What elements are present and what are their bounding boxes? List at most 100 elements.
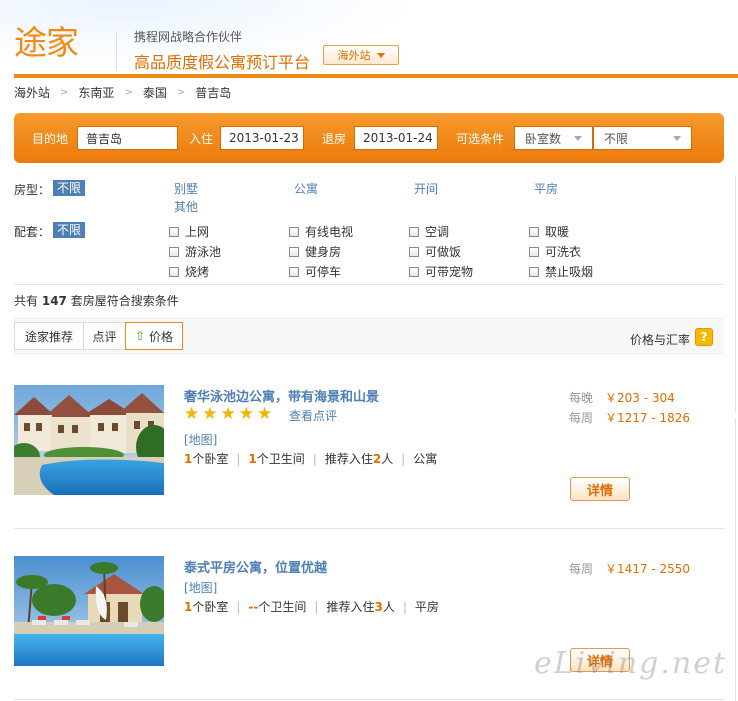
amenity-checkbox-bbq[interactable]: 烧烤 [169, 263, 209, 280]
help-icon[interactable]: ? [695, 328, 713, 346]
listing-divider [14, 699, 724, 700]
price-rate-label: 价格与汇率 [630, 333, 691, 347]
amenity-checkbox-pets[interactable]: 可带宠物 [409, 263, 473, 280]
amenity-checkbox-cable-tv[interactable]: 有线电视 [289, 223, 353, 240]
room-type-other[interactable]: 其他 [174, 198, 198, 215]
listing-title[interactable]: 奢华泳池边公寓，带有海景和山景 [184, 386, 379, 405]
checkbox-icon [289, 226, 299, 237]
listing-title[interactable]: 泰式平房公寓，位置优越 [184, 557, 327, 576]
amenity-label: 可做饭 [425, 245, 462, 259]
amenities-any-tag[interactable]: 不限 [53, 222, 86, 238]
bedroom-unit: 个卧室 [192, 452, 229, 466]
amenity-label: 上网 [185, 225, 210, 239]
price-weekly: 每周 ￥1217 - 1826 [569, 409, 690, 426]
site-switch-dropdown[interactable]: 海外站 [323, 45, 399, 65]
view-reviews-link[interactable]: 查看点评 [289, 407, 337, 424]
amenity-checkbox-cooking[interactable]: 可做饭 [409, 243, 461, 260]
pool-bungalow-photo [14, 556, 168, 666]
checkout-date-input[interactable]: 2013-01-24 [354, 126, 438, 150]
price-value: ￥203 - 304 [605, 391, 675, 405]
sort-tab-price[interactable]: ⇧ 价格 [125, 322, 183, 350]
checkin-label: 入住 [189, 132, 214, 146]
map-link[interactable]: [地图] [184, 431, 217, 448]
room-type-label: 房型： [14, 183, 51, 197]
breadcrumb-separator-icon: > [60, 87, 69, 98]
amenity-checkbox-internet[interactable]: 上网 [169, 223, 209, 240]
room-type-bungalow[interactable]: 平房 [534, 180, 558, 197]
bathroom-count: 1 [248, 451, 257, 466]
bedrooms-select[interactable]: 卧室数 [514, 126, 593, 150]
arrow-up-icon: ⇧ [134, 329, 146, 343]
amenity-checkbox-heating[interactable]: 取暖 [529, 223, 569, 240]
checkout-label: 退房 [322, 132, 347, 146]
amenity-checkbox-laundry[interactable]: 可洗衣 [529, 243, 581, 260]
price-label: 每周 [569, 411, 594, 425]
listing-divider [14, 528, 724, 529]
amenity-checkbox-aircon[interactable]: 空调 [409, 223, 449, 240]
brand-logo[interactable]: 途家 [14, 26, 79, 59]
site-switch-label: 海外站 [337, 49, 371, 62]
fact-separator: | [236, 599, 241, 614]
map-link[interactable]: [地图] [184, 579, 217, 596]
bedroom-count: 1 [184, 599, 193, 614]
price-label: 每周 [569, 562, 594, 576]
star-icon: ★ [220, 404, 236, 424]
logo-divider [116, 32, 117, 70]
checkin-date-input[interactable]: 2013-01-23 [220, 126, 304, 150]
property-type: 平房 [414, 600, 439, 614]
chevron-down-icon [376, 52, 385, 58]
amenity-checkbox-gym[interactable]: 健身房 [289, 243, 341, 260]
result-count: 共有 147 套房屋符合搜索条件 [14, 292, 179, 309]
guests-unit: 人 [381, 452, 394, 466]
amenity-checkbox-no-smoking[interactable]: 禁止吸烟 [529, 263, 593, 280]
breadcrumb-item[interactable]: 泰国 [143, 84, 167, 101]
bedroom-count: 1 [184, 451, 193, 466]
guests-prefix: 推荐入住 [324, 452, 373, 466]
unlimited-select-value: 不限 [604, 131, 629, 146]
result-count-suffix: 套房屋符合搜索条件 [70, 294, 179, 308]
sidebar-edge [735, 176, 736, 412]
checkbox-icon [169, 246, 179, 257]
partner-text: 携程网战略合作伙伴 [134, 30, 243, 44]
amenity-label: 有线电视 [305, 225, 354, 239]
room-type-studio[interactable]: 开间 [414, 180, 438, 197]
checkbox-icon [409, 246, 419, 257]
amenity-label: 健身房 [305, 245, 342, 259]
room-type-any-tag[interactable]: 不限 [53, 180, 86, 196]
rating-stars: ★ ★ ★ ★ ★ [184, 406, 272, 423]
amenity-checkbox-pool[interactable]: 游泳池 [169, 243, 221, 260]
checkbox-icon [169, 266, 179, 277]
sort-tab-reviews[interactable]: 点评 [83, 322, 126, 350]
price-weekly: 每周 ￥1417 - 2550 [569, 560, 690, 577]
amenity-label: 禁止吸烟 [545, 265, 594, 279]
sort-tab-recommended[interactable]: 途家推荐 [14, 322, 84, 350]
breadcrumb-item[interactable]: 东南亚 [78, 84, 114, 101]
star-icon: ★ [184, 404, 200, 424]
star-icon: ★ [257, 404, 273, 424]
checkbox-icon [529, 246, 539, 257]
bathroom-unit: 个卫生间 [256, 452, 305, 466]
listing-facts: 1 个卧室 | -- 个卫生间 | 推荐入住 3 人 | 平房 [184, 598, 439, 615]
listing-photo[interactable] [8, 385, 172, 495]
checkbox-icon [289, 266, 299, 277]
destination-input[interactable]: 普吉岛 [77, 126, 178, 150]
checkbox-icon [409, 226, 419, 237]
bedrooms-select-value: 卧室数 [525, 131, 562, 146]
room-type-apartment[interactable]: 公寓 [294, 180, 318, 197]
unlimited-select[interactable]: 不限 [593, 126, 692, 150]
star-icon: ★ [238, 404, 254, 424]
resort-villa-photo [8, 385, 172, 495]
header-divider [14, 74, 738, 78]
details-button[interactable]: 详情 [570, 477, 630, 501]
property-type: 公寓 [413, 452, 438, 466]
amenity-label: 空调 [425, 225, 450, 239]
breadcrumb-item-current[interactable]: 普吉岛 [195, 84, 231, 101]
amenity-checkbox-parking[interactable]: 可停车 [289, 263, 341, 280]
checkbox-icon [529, 226, 539, 237]
listing-photo[interactable] [14, 556, 168, 666]
room-type-villa[interactable]: 别墅 [174, 180, 198, 197]
sidebar-edge [735, 418, 736, 701]
amenity-label: 可停车 [305, 265, 342, 279]
breadcrumb-item[interactable]: 海外站 [14, 84, 50, 101]
bathroom-unit: 个卫生间 [258, 600, 307, 614]
